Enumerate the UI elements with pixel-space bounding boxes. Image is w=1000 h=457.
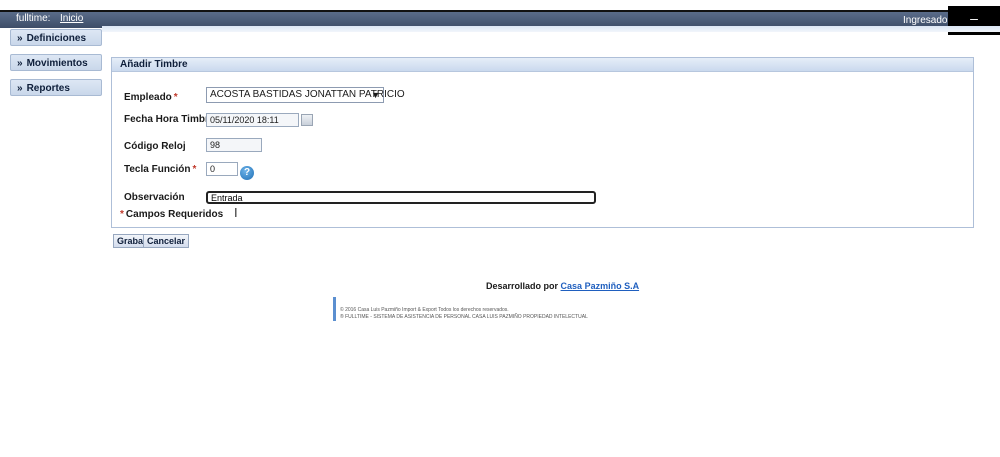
sidebar-item-label: Movimientos bbox=[26, 58, 88, 69]
empleado-label: Empleado * bbox=[124, 92, 178, 103]
panel-title: Añadir Timbre bbox=[112, 58, 973, 72]
add-punch-panel: Añadir Timbre Empleado * ACOSTA BASTIDAS … bbox=[111, 57, 974, 228]
tecla-funcion-field[interactable] bbox=[206, 162, 238, 176]
required-note: * Campos Requeridos bbox=[120, 209, 224, 220]
sidebar-item-label: Reportes bbox=[26, 83, 70, 94]
app-label: fulltime: bbox=[16, 13, 51, 24]
required-marker: * bbox=[120, 209, 124, 220]
home-link[interactable]: Inicio bbox=[60, 13, 83, 24]
required-marker: * bbox=[173, 92, 178, 103]
required-marker: * bbox=[192, 164, 197, 175]
sidebar-item-reportes[interactable]: » Reportes bbox=[10, 79, 102, 96]
sidebar-item-label: Definiciones bbox=[26, 33, 87, 44]
text-cursor-icon: I bbox=[234, 205, 238, 220]
sidebar-item-definiciones[interactable]: » Definiciones bbox=[10, 29, 102, 46]
company-link[interactable]: Casa Pazmiño S.A bbox=[561, 281, 640, 291]
help-icon[interactable]: ? bbox=[240, 166, 254, 180]
calendar-icon[interactable] bbox=[301, 114, 313, 126]
copyright-line-1: © 2016 Casa Luis Pazmiño Import & Export… bbox=[340, 307, 509, 313]
chevron-down-icon: ▼ bbox=[371, 90, 380, 100]
fecha-hora-field[interactable] bbox=[206, 113, 299, 127]
sub-header-strip bbox=[102, 26, 1000, 32]
codigo-reloj-label: Código Reloj bbox=[124, 141, 186, 152]
developed-by: Desarrollado por Casa Pazmiño S.A bbox=[486, 281, 640, 291]
double-chevron-right-icon: » bbox=[17, 58, 23, 69]
codigo-reloj-field[interactable] bbox=[206, 138, 262, 152]
copyright-line-2: ® FULLTIME - SISTEMA DE ASISTENCIA DE PE… bbox=[340, 314, 588, 320]
tecla-funcion-label: Tecla Función * bbox=[124, 164, 197, 175]
observacion-label: Observación bbox=[124, 192, 185, 203]
sidebar-item-movimientos[interactable]: » Movimientos bbox=[10, 54, 102, 71]
footer-divider bbox=[333, 297, 336, 321]
observacion-field[interactable] bbox=[206, 191, 596, 204]
double-chevron-right-icon: » bbox=[17, 83, 23, 94]
double-chevron-right-icon: » bbox=[17, 33, 23, 44]
cancel-button[interactable]: Cancelar bbox=[143, 234, 190, 248]
minimize-icon[interactable]: – bbox=[970, 10, 978, 26]
empleado-select[interactable]: ACOSTA BASTIDAS JONATTAN PATRICIO ▼ bbox=[206, 87, 405, 103]
